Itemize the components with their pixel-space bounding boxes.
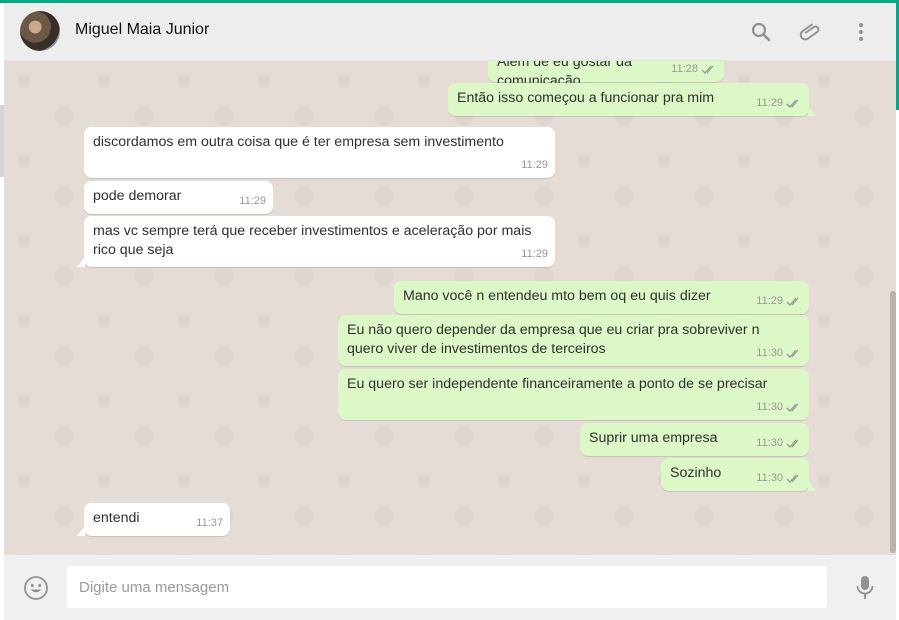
message-bubble-incoming[interactable]: mas vc sempre terá que receber investime… <box>77 216 555 267</box>
message-time: 11:29 <box>756 295 783 307</box>
double-tick-icon <box>786 439 799 448</box>
message-time: 11:30 <box>756 347 783 359</box>
search-icon[interactable] <box>749 20 773 44</box>
emoji-icon[interactable] <box>23 575 49 601</box>
message-bubble-outgoing[interactable]: Além de eu gostar da comunicação 11:28 <box>488 61 724 89</box>
message-time: 11:30 <box>756 437 783 449</box>
message-bubble-incoming[interactable]: pode demorar 11:29 <box>84 181 273 214</box>
double-tick-icon <box>786 297 799 306</box>
message-time: 11:29 <box>521 248 548 260</box>
message-input[interactable] <box>67 566 827 608</box>
message-meta: 11:29 <box>521 245 548 264</box>
message-time: 11:29 <box>239 195 266 207</box>
message-text: mas vc sempre terá que receber investime… <box>93 223 536 258</box>
message-time: 11:29 <box>756 97 783 109</box>
message-meta: 11:29 <box>239 192 266 211</box>
message-bubble-outgoing[interactable]: Suprir uma empresa 11:30 <box>580 423 809 456</box>
message-text: Eu não quero depender da empresa que eu … <box>347 322 764 357</box>
message-text: discordamos em outra coisa que é ter emp… <box>93 134 504 150</box>
message-bubble-incoming[interactable]: discordamos em outra coisa que é ter emp… <box>84 127 555 178</box>
message-meta: 11:30 <box>756 434 802 453</box>
message-text: Então isso começou a funcionar pra mim <box>457 90 715 106</box>
message-list[interactable]: Além de eu gostar da comunicação 11:28 E… <box>4 61 896 555</box>
message-meta: 11:30 <box>756 344 802 363</box>
double-tick-icon <box>701 65 714 74</box>
mic-icon[interactable] <box>855 575 875 601</box>
message-bubble-outgoing[interactable]: Eu não quero depender da empresa que eu … <box>338 315 809 366</box>
bubble-tail <box>77 257 85 267</box>
chat-header: Miguel Maia Junior <box>4 3 896 61</box>
message-bubble-outgoing[interactable]: Sozinho 11:30 <box>661 458 816 491</box>
double-tick-icon <box>786 99 799 108</box>
avatar[interactable] <box>20 11 60 51</box>
message-time: 11:28 <box>671 63 698 75</box>
message-meta: 11:29 <box>521 156 548 175</box>
message-time: 11:37 <box>196 517 223 529</box>
message-bubble-outgoing[interactable]: Então isso começou a funcionar pra mim 1… <box>448 83 816 116</box>
message-composer <box>4 555 896 620</box>
bubble-tail <box>808 106 816 116</box>
message-bubble-outgoing[interactable]: Mano você n entendeu mto bem oq eu quis … <box>394 281 809 314</box>
contact-name[interactable]: Miguel Maia Junior <box>75 21 209 39</box>
message-bubble-outgoing[interactable]: Eu quero ser independente financeirament… <box>338 369 809 420</box>
message-meta: 11:30 <box>756 469 802 488</box>
attach-icon[interactable] <box>799 20 823 44</box>
double-tick-icon <box>786 403 799 412</box>
menu-icon[interactable] <box>849 20 873 44</box>
message-text: Mano você n entendeu mto bem oq eu quis … <box>403 288 711 304</box>
message-text: Eu quero ser independente financeirament… <box>347 376 768 392</box>
message-meta: 11:29 <box>756 94 802 113</box>
message-meta: 11:30 <box>756 398 802 417</box>
message-bubble-incoming[interactable]: entendi 11:37 <box>77 503 230 536</box>
chat-scrollbar[interactable] <box>890 291 896 553</box>
double-tick-icon <box>786 474 799 483</box>
double-tick-icon <box>786 349 799 358</box>
message-meta: 11:37 <box>196 514 223 533</box>
bubble-tail <box>808 481 816 491</box>
bubble-tail <box>77 526 85 536</box>
message-time: 11:30 <box>756 401 783 413</box>
message-meta: 11:28 <box>671 61 717 79</box>
message-meta: 11:29 <box>756 292 802 311</box>
message-time: 11:30 <box>756 472 783 484</box>
chat-window: Miguel Maia Junior Além de eu gostar da … <box>0 0 899 620</box>
message-time: 11:29 <box>521 159 548 171</box>
